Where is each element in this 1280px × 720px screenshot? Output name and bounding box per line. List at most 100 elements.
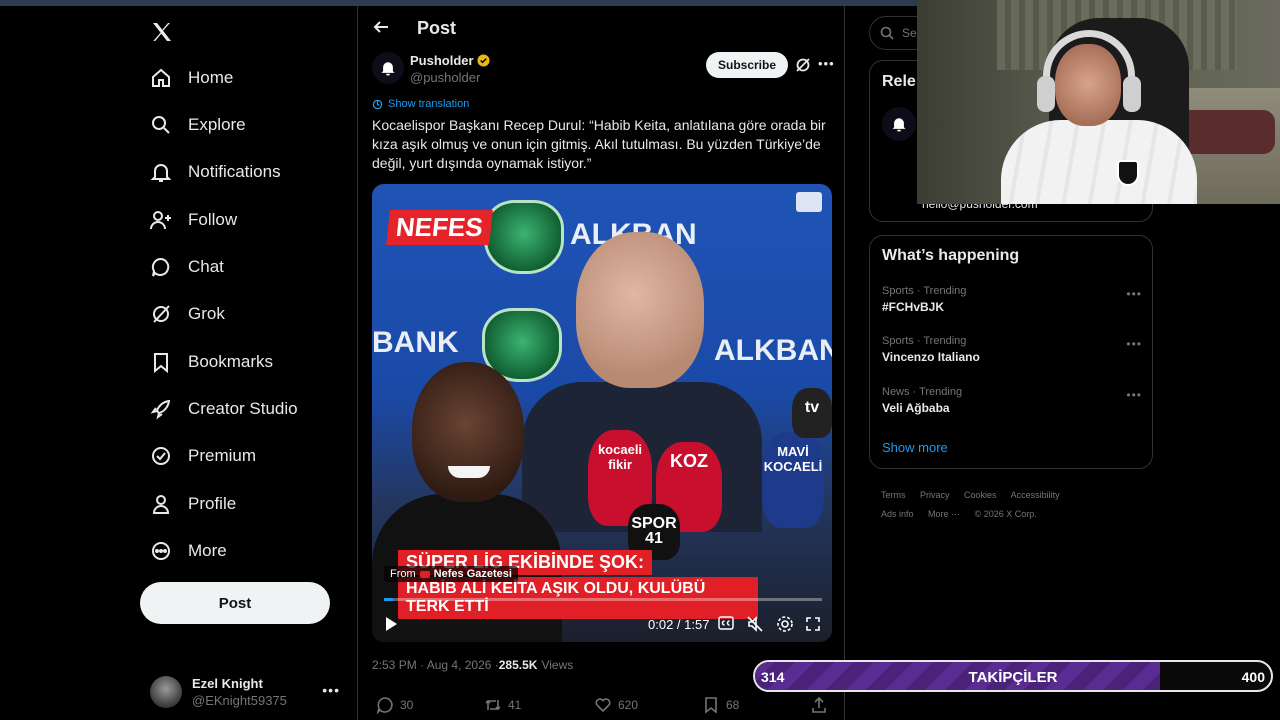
post-timestamp[interactable]: 2:53 PM · Aug 4, 2026 ·: [372, 658, 499, 672]
sidebar-item-label: Chat: [188, 257, 224, 276]
bookmark-icon: [705, 697, 717, 714]
trend-item[interactable]: Sports · Trending #FCHvBJK •••: [882, 285, 1142, 323]
x-logo-icon[interactable]: [150, 20, 174, 44]
sidebar-item-explore[interactable]: Explore: [150, 105, 246, 145]
video-source-tag[interactable]: From Nefes Gazetesi: [384, 566, 518, 582]
footer-link[interactable]: Cookies: [964, 490, 997, 500]
sidebar: Home Explore Notifications Follow Chat G…: [140, 6, 356, 720]
sidebar-item-label: Home: [188, 68, 234, 87]
more-dots-icon[interactable]: •••: [1126, 337, 1142, 351]
show-translation-link[interactable]: Show translation: [372, 98, 469, 110]
sidebar-item-label: Explore: [188, 115, 246, 134]
reply-button[interactable]: 30: [376, 696, 413, 714]
sidebar-item-follow[interactable]: Follow: [150, 200, 237, 240]
avatar: [150, 676, 182, 708]
repost-count: 41: [508, 698, 522, 712]
footer-link[interactable]: Terms: [881, 490, 906, 500]
microphone: MAVİ KOCAELİ: [762, 432, 824, 528]
jersey-crest-icon: [1117, 160, 1139, 186]
more-dots-icon[interactable]: •••: [818, 56, 835, 71]
follower-goal-bar: 314 TAKİPÇİLER 400: [753, 660, 1273, 692]
gold-verified-icon: [477, 54, 490, 67]
post-text: Kocaelispor Başkanı Recep Durul: “Habib …: [372, 117, 826, 171]
show-more-link[interactable]: Show more: [882, 440, 948, 455]
whats-happening-panel: What’s happening Sports · Trending #FCHv…: [869, 235, 1153, 469]
views-count: 285.5K: [498, 658, 538, 672]
author-avatar[interactable]: [372, 52, 404, 84]
video-progress-fill: [384, 598, 393, 601]
more-dots-icon[interactable]: •••: [1126, 388, 1142, 402]
fullscreen-icon[interactable]: [804, 615, 822, 633]
sidebar-item-label: Premium: [188, 446, 257, 465]
video-time: 0:02 / 1:57: [648, 617, 710, 632]
sidebar-item-premium[interactable]: Premium: [150, 436, 256, 476]
play-icon[interactable]: [384, 616, 398, 632]
footer-link[interactable]: Privacy: [920, 490, 950, 500]
happening-title: What’s happening: [882, 247, 1020, 264]
sidebar-item-bookmarks[interactable]: Bookmarks: [150, 342, 273, 382]
show-translation-label: Show translation: [388, 98, 470, 110]
download-icon[interactable]: [796, 192, 822, 212]
add-person-icon: [150, 209, 172, 231]
trend-item[interactable]: Sports · Trending Vincenzo Italiano •••: [882, 335, 1142, 373]
footer-link[interactable]: Ads info: [881, 509, 914, 519]
back-arrow-icon[interactable]: [372, 18, 390, 36]
sidebar-item-label: Creator Studio: [188, 399, 298, 418]
video-caption: SÜPER LİG EKİBİNDE ŞOK: HABİB ALİ KEİTA …: [398, 550, 758, 619]
video-progress-bar[interactable]: [384, 598, 822, 601]
like-button[interactable]: 620: [594, 696, 638, 714]
sidebar-item-label: Profile: [188, 494, 237, 513]
sidebar-item-label: Grok: [188, 304, 225, 323]
post-button[interactable]: Post: [140, 582, 330, 624]
video-player[interactable]: ALKBAN BANK ALKBAN kocaeli fikir KOZ MAV…: [372, 184, 832, 642]
page-title: Post: [417, 18, 457, 38]
video-controls: 0:02 / 1:57: [372, 612, 832, 636]
author-name[interactable]: Pusholder: [410, 53, 474, 68]
home-icon: [150, 67, 172, 89]
sidebar-item-label: Bookmarks: [188, 352, 274, 371]
microphone: tv: [792, 388, 832, 438]
sidebar-item-profile[interactable]: Profile: [150, 484, 236, 524]
bookmark-count: 68: [726, 698, 740, 712]
captions-icon[interactable]: [718, 616, 734, 630]
trend-name: #FCHvBJK: [882, 300, 945, 314]
trend-category: Sports · Trending: [882, 285, 967, 297]
footer-link[interactable]: More ···: [928, 509, 960, 519]
post-actions: 30 41 620 68: [372, 696, 832, 716]
bookmark-button[interactable]: 68: [702, 696, 739, 714]
grok-icon[interactable]: [794, 56, 812, 74]
nefes-logo-icon: [419, 570, 430, 578]
footer-link[interactable]: Accessibility: [1011, 490, 1060, 500]
share-icon: [812, 696, 826, 713]
rocket-icon: [150, 398, 172, 420]
author-avatar[interactable]: [882, 107, 916, 141]
copyright: © 2026 X Corp.: [974, 509, 1037, 519]
search-icon: [880, 26, 894, 40]
sidebar-item-more[interactable]: More: [150, 531, 227, 571]
translate-icon: [372, 99, 383, 109]
sidebar-item-chat[interactable]: Chat: [150, 247, 224, 287]
trend-name: Vincenzo Italiano: [882, 350, 980, 364]
sidebar-item-home[interactable]: Home: [150, 58, 233, 98]
sidebar-item-grok[interactable]: Grok: [150, 294, 225, 334]
sidebar-item-notifications[interactable]: Notifications: [150, 152, 281, 192]
relevant-title: Rele: [882, 73, 916, 90]
grok-icon: [150, 303, 172, 325]
sidebar-item-creator-studio[interactable]: Creator Studio: [150, 389, 298, 429]
author-handle[interactable]: @pusholder: [410, 70, 480, 85]
settings-gear-icon[interactable]: [776, 615, 794, 633]
more-dots-icon[interactable]: •••: [1126, 287, 1142, 301]
subscribe-button[interactable]: Subscribe: [706, 52, 788, 78]
more-dots-icon[interactable]: •••: [322, 682, 340, 698]
repost-button[interactable]: 41: [484, 696, 521, 714]
account-switcher[interactable]: Ezel Knight @EKnight59375 •••: [150, 670, 346, 714]
main-column: Post Pusholder @pusholder Subscribe ••• …: [357, 6, 845, 720]
mute-icon[interactable]: [746, 615, 764, 633]
account-handle: @EKnight59375: [192, 693, 287, 708]
post-meta: 2:53 PM · Aug 4, 2026 · 285.5K Views: [372, 658, 573, 672]
search-icon: [150, 114, 172, 136]
share-button[interactable]: [810, 696, 834, 714]
webcam-overlay: [917, 0, 1280, 204]
trend-item[interactable]: News · Trending Veli Ağbaba •••: [882, 386, 1142, 424]
heart-icon: [595, 698, 611, 713]
